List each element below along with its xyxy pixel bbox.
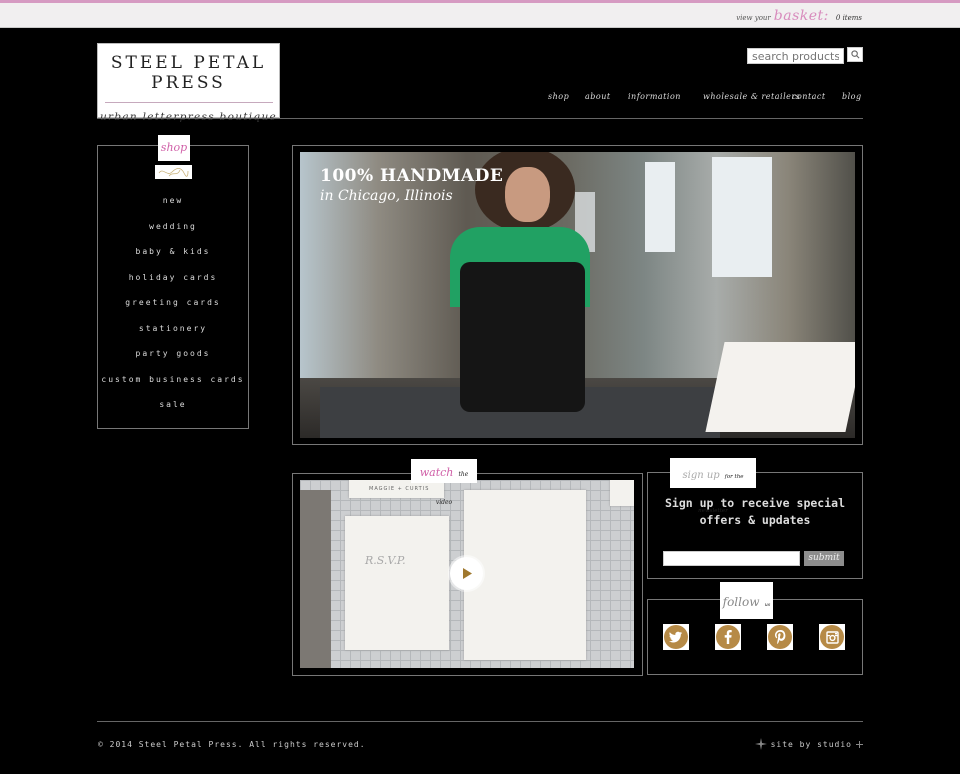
newsletter-heading: sign up for the newsletter [670,458,756,514]
hero-subtitle: in Chicago, Illinois [320,188,453,204]
footer-copyright: © 2014 Steel Petal Press. All rights res… [98,740,366,749]
video-rsvp-card: R.S.V.P. [345,516,449,650]
search-input[interactable] [747,48,844,64]
footer-divider [97,721,863,722]
flourish-ornament [155,165,192,179]
shop-category-wedding[interactable]: wedding [97,222,249,231]
basket-prefix: view your [736,14,771,22]
search-icon [850,50,859,59]
newsletter-submit-button[interactable]: submit [804,551,844,566]
hero-window [712,157,772,277]
pinterest-link[interactable] [767,624,793,650]
video-envelope-strip [300,490,331,668]
site-logo[interactable]: STEEL PETAL PRESS urban letterpress bout… [97,43,280,123]
basket-link[interactable]: view your basket: 0 items [736,8,862,24]
video-heading-main: watch [419,466,454,479]
shop-sidebar [97,145,249,429]
shop-category-stationery[interactable]: stationery [97,324,249,333]
facebook-link[interactable] [715,624,741,650]
follow-heading-suffix: us [764,602,771,608]
newsletter-heading-main: sign up [682,470,720,481]
video-heading: watch the video [411,459,477,506]
video-play-button[interactable] [450,557,483,590]
shop-category-party[interactable]: party goods [97,349,249,358]
basket-count: 0 items [835,14,862,22]
newsletter-text: Sign up to receive special offers & upda… [664,496,845,527]
play-icon [462,568,472,579]
nav-wholesale[interactable]: wholesale & retailers [703,92,800,101]
nav-shop[interactable]: shop [548,92,569,101]
hero-person-apron [460,262,585,412]
main-nav: shop about information wholesale & retai… [0,92,960,106]
logo-tagline: urban letterpress boutique [99,111,278,123]
nav-about[interactable]: about [585,92,611,101]
follow-heading-main: follow [722,595,760,609]
facebook-icon [724,630,732,644]
follow-heading: follow us [720,582,773,619]
footer-credit[interactable]: site by studio [754,738,863,750]
shop-heading: shop [158,135,190,161]
nav-information[interactable]: information [628,92,681,101]
nav-blog[interactable]: blog [842,92,862,101]
header-divider [97,118,863,119]
sparkle-icon [754,738,767,750]
plus-icon [856,740,863,748]
basket-label: basket: [773,8,829,24]
shop-category-baby-kids[interactable]: baby & kids [97,247,249,256]
pinterest-icon [774,630,785,644]
twitter-link[interactable] [663,624,689,650]
nav-contact[interactable]: contact [792,92,826,101]
hero-window [645,162,675,252]
instagram-link[interactable] [819,624,845,650]
shop-category-new[interactable]: new [97,196,249,205]
hero-title: 100% HANDMADE [320,166,504,186]
shop-category-greeting[interactable]: greeting cards [97,298,249,307]
hero-paper-stack [705,342,855,432]
instagram-icon [825,630,839,644]
shop-category-sale[interactable]: sale [97,400,249,409]
logo-brand: STEEL PETAL PRESS [110,53,267,93]
top-bar: view your basket: 0 items [0,0,960,28]
search-button[interactable] [847,47,863,62]
shop-category-holiday[interactable]: holiday cards [97,273,249,282]
footer-credit-text: site by studio [770,739,852,749]
hero-person-face [505,167,550,222]
video-corner-card [610,480,634,506]
shop-category-business-cards[interactable]: custom business cards [97,375,249,384]
flourish-icon [158,167,189,177]
twitter-icon [669,631,683,643]
newsletter-email-input[interactable] [663,551,800,566]
